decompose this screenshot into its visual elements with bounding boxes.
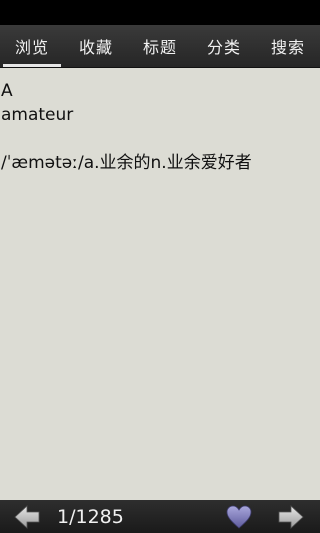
- entry-content: A amateur /ˈæmətəː/a.业余的n.业余爱好者: [0, 68, 320, 500]
- prev-button[interactable]: [13, 504, 41, 530]
- tab-favorites[interactable]: 收藏: [64, 25, 128, 67]
- entry-letter: A: [1, 81, 13, 101]
- favorite-button[interactable]: [225, 504, 253, 530]
- entry-word: amateur: [1, 105, 74, 125]
- tab-search[interactable]: 搜索: [256, 25, 320, 67]
- bottom-bar: 1/1285: [0, 500, 320, 533]
- page-counter: 1/1285: [57, 506, 124, 528]
- entry-definition: /ˈæmətəː/a.业余的n.业余爱好者: [1, 153, 252, 173]
- next-button[interactable]: [277, 504, 305, 530]
- status-bar: [0, 0, 320, 25]
- right-arrow-icon: [278, 505, 304, 529]
- tab-browse[interactable]: 浏览: [0, 25, 64, 67]
- left-arrow-icon: [14, 505, 40, 529]
- tab-categories[interactable]: 分类: [192, 25, 256, 67]
- heart-icon: [226, 505, 252, 529]
- tab-bar: 浏览 收藏 标题 分类 搜索: [0, 25, 320, 68]
- tab-titles[interactable]: 标题: [128, 25, 192, 67]
